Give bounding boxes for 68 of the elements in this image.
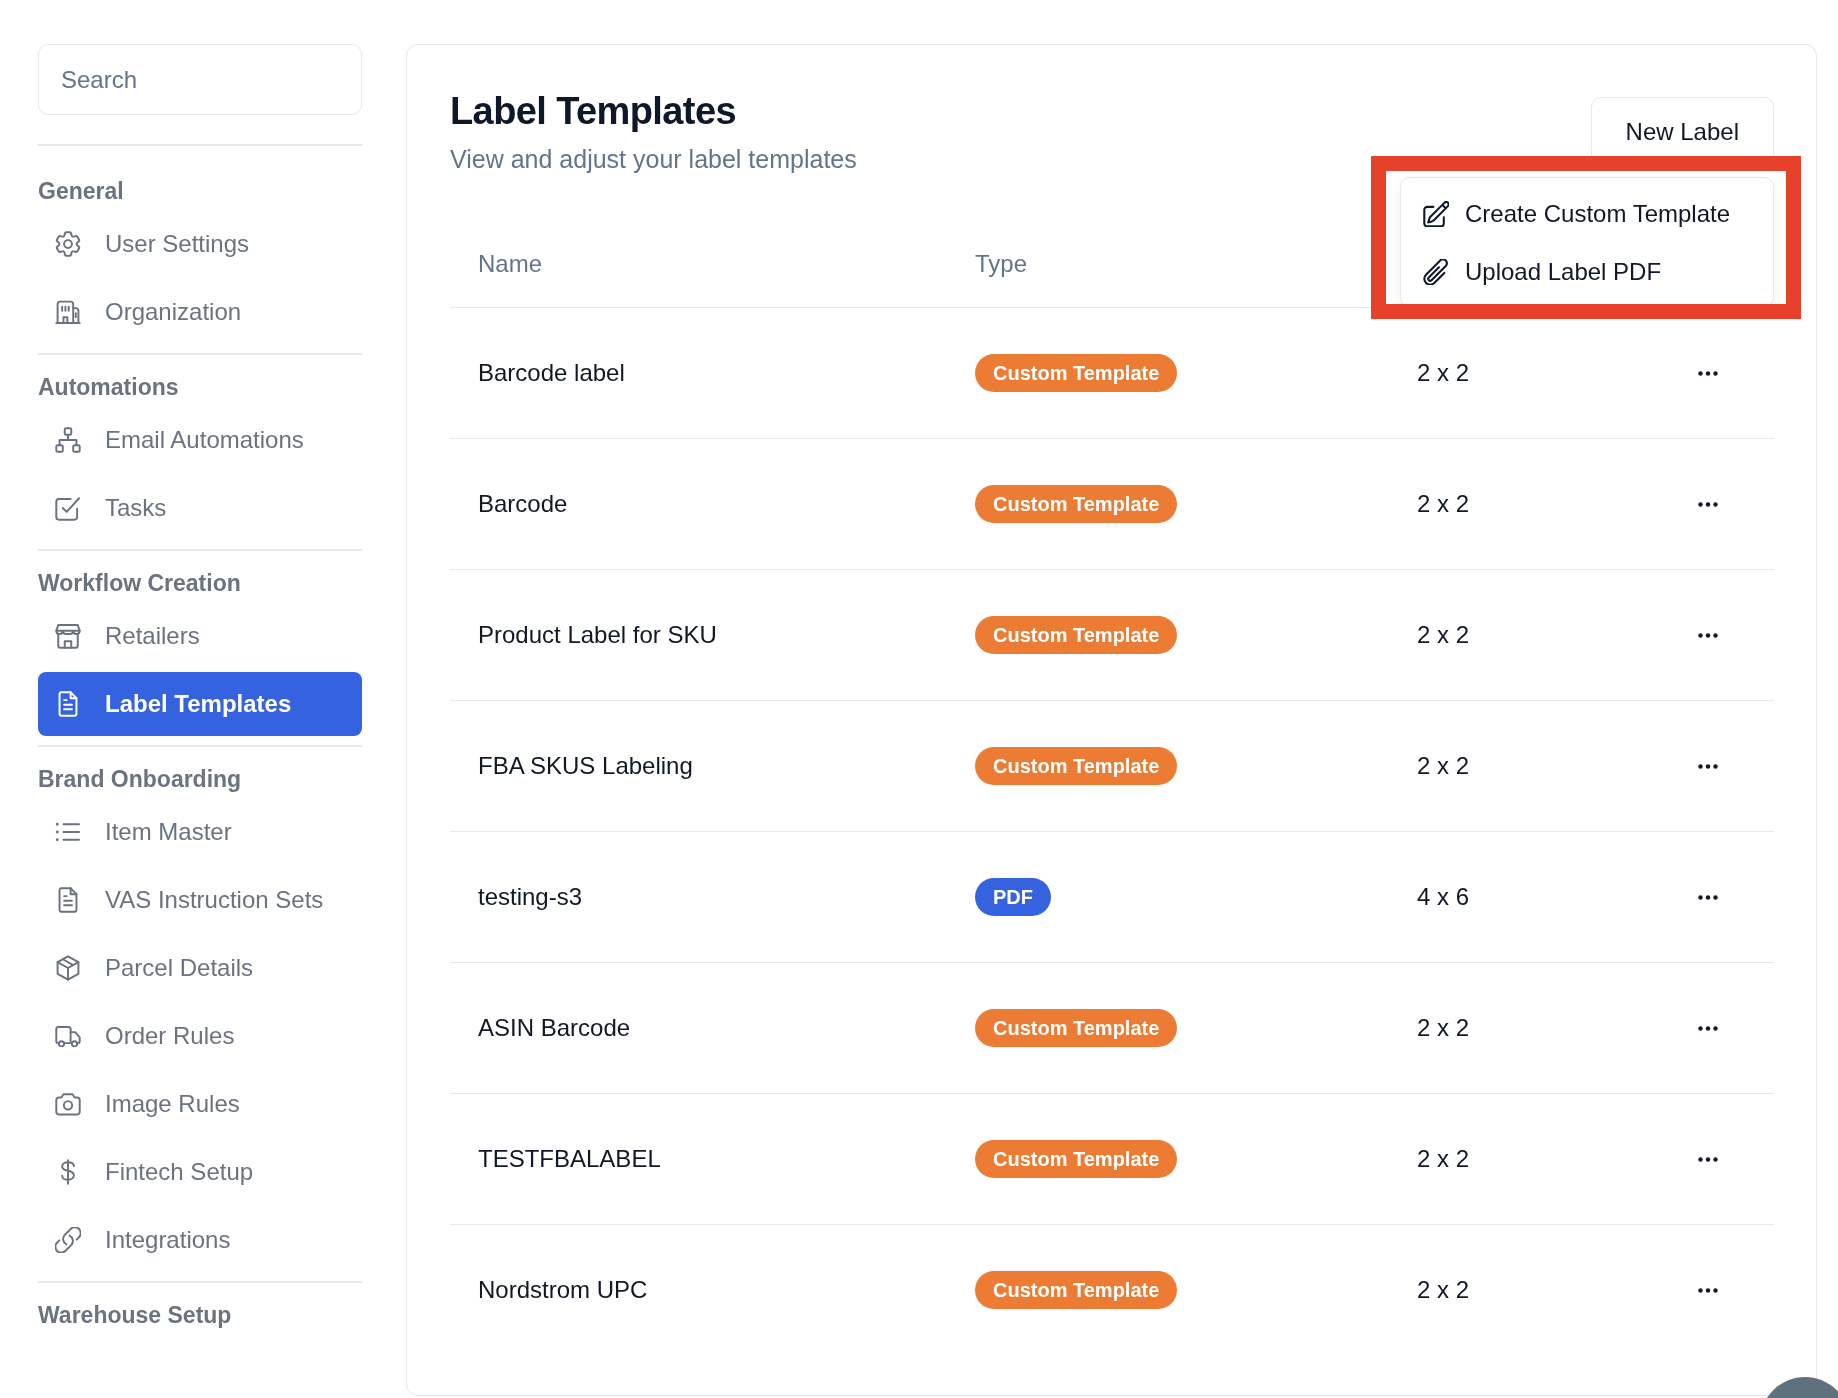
template-name: ASIN Barcode xyxy=(478,1014,631,1042)
size-text: 2 x 2 xyxy=(1417,621,1470,649)
sidebar-heading: Warehouse Setup xyxy=(38,1301,233,1330)
sidebar-item[interactable]: Parcel Details xyxy=(38,936,362,1000)
type-badge: Custom Template xyxy=(975,1271,1178,1309)
menu-item[interactable]: Upload Label PDF xyxy=(1401,243,1773,301)
type-badge: Custom Template xyxy=(975,485,1178,523)
cube-icon xyxy=(55,955,81,981)
type-badge: Custom Template xyxy=(975,616,1178,654)
hierarchy-icon xyxy=(55,427,81,453)
column-header: Name xyxy=(478,250,543,278)
search-field[interactable]: Search xyxy=(38,44,362,115)
more-icon[interactable] xyxy=(1698,1287,1718,1293)
sidebar-item[interactable]: Tasks xyxy=(38,476,362,540)
template-name: testing-s3 xyxy=(478,883,583,911)
sidebar-item[interactable]: Fintech Setup xyxy=(38,1140,362,1204)
more-icon[interactable] xyxy=(1698,370,1718,376)
column-header: Type xyxy=(975,250,1028,278)
more-icon[interactable] xyxy=(1698,501,1718,507)
type-badge: Custom Template xyxy=(975,747,1178,785)
sidebar-item[interactable]: Retailers xyxy=(38,604,362,668)
sidebar-item[interactable]: Integrations xyxy=(38,1208,362,1272)
template-name: FBA SKUS Labeling xyxy=(478,752,693,780)
type-badge: PDF xyxy=(975,878,1051,916)
more-icon[interactable] xyxy=(1698,1156,1718,1162)
template-name: Nordstrom UPC xyxy=(478,1276,648,1304)
type-badge: Custom Template xyxy=(975,1140,1178,1178)
size-text: 2 x 2 xyxy=(1417,359,1470,387)
size-text: 2 x 2 xyxy=(1417,1014,1470,1042)
type-badge: Custom Template xyxy=(975,1009,1178,1047)
sidebar-item[interactable]: Label Templates xyxy=(38,672,362,736)
edit-icon xyxy=(1423,201,1449,227)
sidebar-item[interactable]: Order Rules xyxy=(38,1004,362,1068)
size-text: 4 x 6 xyxy=(1417,883,1470,911)
paperclip-icon xyxy=(1423,259,1449,285)
size-text: 2 x 2 xyxy=(1417,490,1470,518)
type-badge: Custom Template xyxy=(975,354,1178,392)
page-subtitle: View and adjust your label templates xyxy=(450,144,857,175)
menu-item[interactable]: Create Custom Template xyxy=(1401,185,1773,243)
sidebar-item[interactable]: Item Master xyxy=(38,800,362,864)
sidebar-item[interactable]: Image Rules xyxy=(38,1072,362,1136)
more-icon[interactable] xyxy=(1698,894,1718,900)
sidebar-heading: Workflow Creation xyxy=(38,569,242,598)
more-icon[interactable] xyxy=(1698,632,1718,638)
truck-icon xyxy=(55,1023,81,1049)
template-name: Barcode xyxy=(478,490,568,518)
more-icon[interactable] xyxy=(1698,1025,1718,1031)
sidebar-item[interactable]: Organization xyxy=(38,280,362,344)
sidebar-item[interactable]: Email Automations xyxy=(38,408,362,472)
size-text: 2 x 2 xyxy=(1417,1276,1470,1304)
sidebar-heading: Brand Onboarding xyxy=(38,765,243,794)
page-title: Label Templates xyxy=(450,89,737,134)
sidebar-item[interactable]: User Settings xyxy=(38,212,362,276)
size-text: 2 x 2 xyxy=(1417,1145,1470,1173)
sidebar-heading: Automations xyxy=(38,373,180,402)
more-icon[interactable] xyxy=(1698,763,1718,769)
sidebar-heading: General xyxy=(38,177,125,206)
gear-icon xyxy=(55,231,81,257)
template-name: Product Label for SKU xyxy=(478,621,717,649)
building-icon xyxy=(55,299,81,325)
sidebar-item[interactable]: VAS Instruction Sets xyxy=(38,868,362,932)
camera-icon xyxy=(55,1091,81,1117)
check-square-icon xyxy=(55,495,81,521)
size-text: 2 x 2 xyxy=(1417,752,1470,780)
template-name: Barcode label xyxy=(478,359,625,387)
link-icon xyxy=(55,1227,81,1253)
template-name: TESTFBALABEL xyxy=(478,1145,661,1173)
store-icon xyxy=(55,623,81,649)
